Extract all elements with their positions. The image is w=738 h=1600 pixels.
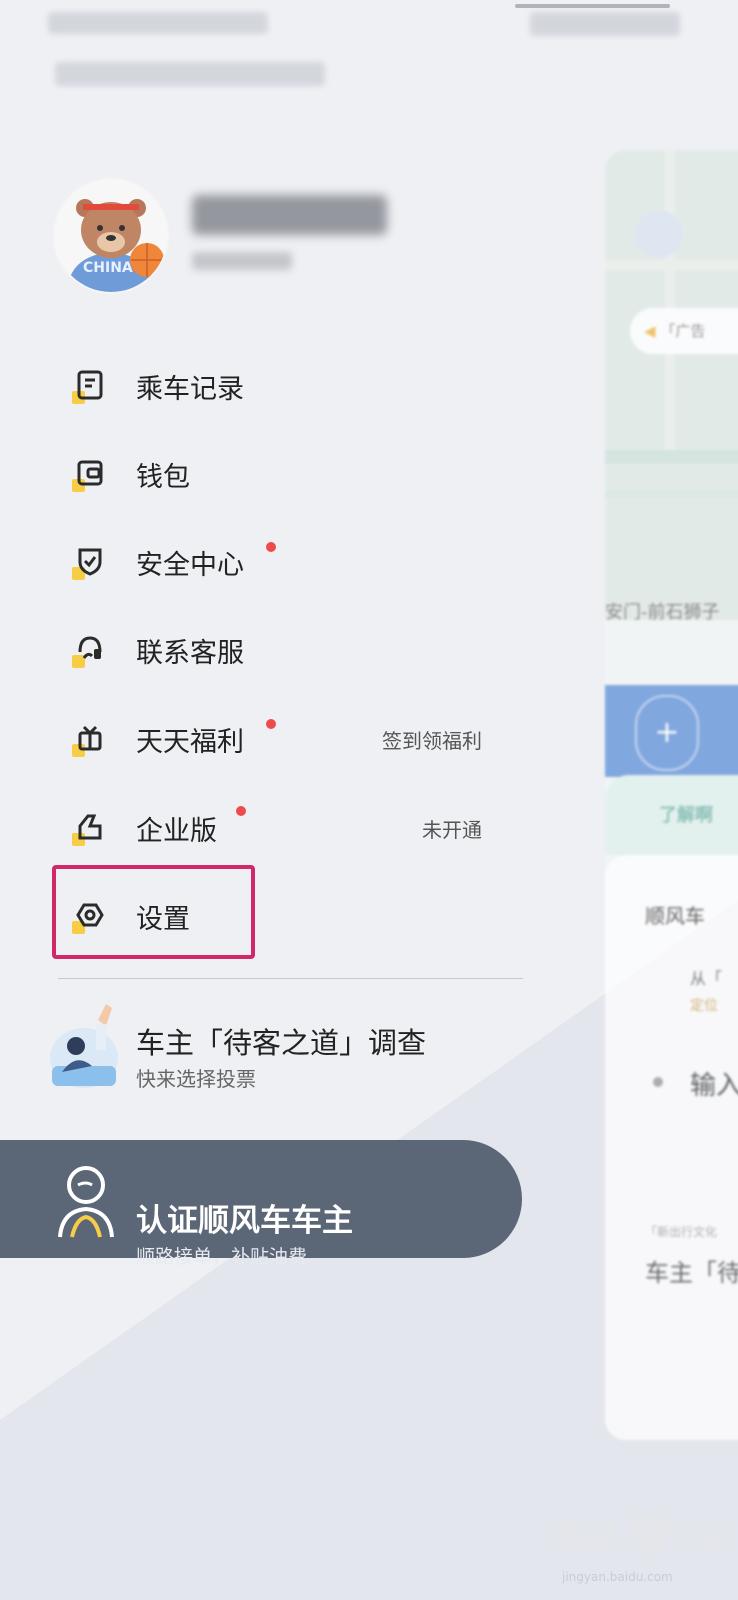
driver-banner-title: 认证顺风车车主	[136, 1203, 353, 1239]
survey-title[interactable]: 车主「待客之道」调查	[136, 1020, 426, 1062]
divider	[58, 978, 523, 979]
menu-item-customer-service[interactable]: 联系客服	[60, 620, 500, 680]
info-card: 了解啊	[605, 775, 738, 855]
notification-dot	[266, 542, 276, 552]
menu-item-enterprise[interactable]: 企业版 未开通	[60, 798, 500, 858]
menu-item-hint: 签到领福利	[382, 728, 482, 753]
enterprise-icon	[72, 810, 108, 846]
menu-label: 天天福利	[136, 726, 244, 758]
survey-subtitle: 快来选择投票	[136, 1067, 256, 1091]
menu-label: 企业版	[136, 815, 217, 847]
avatar[interactable]: CHINA	[55, 180, 167, 292]
notification-dot	[266, 719, 276, 729]
shield-plus-icon: +	[635, 695, 699, 771]
menu-label: 钱包	[136, 461, 190, 493]
svg-text:经验: 经验	[673, 1521, 729, 1554]
menu-item-daily-welfare[interactable]: 天天福利 签到领福利	[60, 709, 500, 769]
place-label: 安门-前石狮子	[605, 602, 720, 623]
status-bar	[48, 12, 268, 34]
svg-text:CHINA: CHINA	[83, 260, 133, 276]
ride-card: 顺风车 从「 定位 输入 「新出行文化 车主「待	[605, 855, 738, 1440]
survey-illustration[interactable]	[48, 1000, 120, 1090]
menu-item-safety-center[interactable]: 安全中心	[60, 532, 500, 592]
svg-text:Bai: Bai	[555, 1516, 616, 1556]
watermark-url: jingyan.baidu.com	[562, 1570, 673, 1584]
wallet-icon	[72, 456, 108, 492]
settings-highlight-box	[52, 865, 255, 959]
user-id	[192, 252, 292, 270]
map-avatar	[635, 210, 683, 258]
driver-banner-subtitle: 顺路接单，补贴油费	[136, 1246, 308, 1268]
gift-icon	[72, 721, 108, 757]
menu-label: 安全中心	[136, 549, 244, 581]
menu-item-ride-records[interactable]: 乘车记录	[60, 356, 500, 416]
status-bar-right	[530, 12, 680, 36]
headset-icon	[72, 632, 108, 668]
top-handle	[515, 4, 670, 8]
menu-label: 联系客服	[136, 637, 244, 669]
baidu-watermark-logo: Bai 经验	[555, 1495, 735, 1570]
username	[192, 195, 387, 235]
order-record-icon	[72, 368, 108, 404]
menu-label: 乘车记录	[136, 373, 244, 405]
notification-dot	[236, 806, 246, 816]
menu-item-wallet[interactable]: 钱包	[60, 444, 500, 504]
notice-bar: ◀ 「广告	[630, 308, 738, 354]
driver-icon	[52, 1155, 118, 1243]
menu-item-hint: 未开通	[422, 817, 482, 842]
shield-icon	[72, 544, 108, 580]
bear-avatar-icon: CHINA	[55, 180, 167, 292]
background-home-panel: ◀ 「广告 安门-前石狮子 + 了解啊 顺风车 从「 定位 输入 「新出行文化 …	[605, 150, 738, 1440]
status-subline	[55, 62, 325, 86]
